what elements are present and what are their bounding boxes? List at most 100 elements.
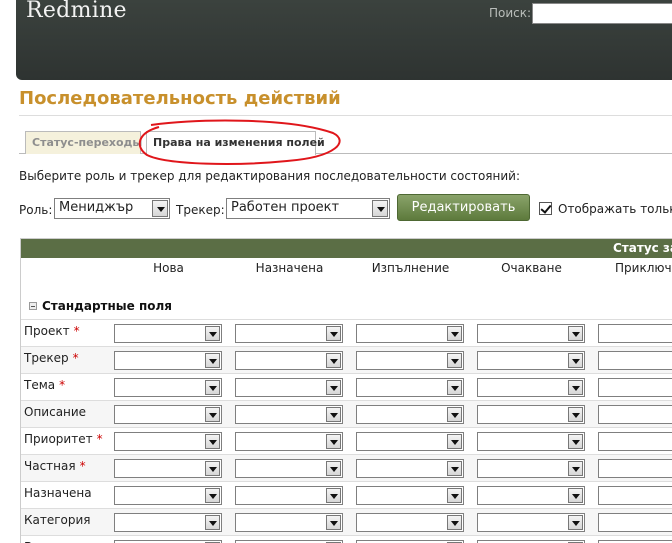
permission-select[interactable] [114,513,222,532]
permission-select[interactable] [598,324,672,343]
chevron-down-icon [447,326,462,341]
permission-select[interactable] [114,486,222,505]
tab-field-permissions[interactable]: Права на изменения полей [146,131,325,155]
tracker-select-value: Работен проект [231,200,340,215]
role-select[interactable]: Мениджър [54,198,170,219]
field-label-text: Описание [24,405,87,419]
permission-select[interactable] [235,459,343,478]
section-standard-fields[interactable]: Стандартные поля [29,299,172,313]
field-label-text: Трекер [24,351,69,365]
chevron-down-icon [326,353,341,368]
permission-select[interactable] [356,432,464,451]
chevron-down-icon [447,380,462,395]
permission-select[interactable] [477,324,585,343]
permission-select[interactable] [356,513,464,532]
permission-select[interactable] [114,324,222,343]
permission-select[interactable] [598,405,672,424]
field-label: Проект * [24,324,80,338]
permission-select[interactable] [477,405,585,424]
permission-select[interactable] [598,351,672,370]
chevron-down-icon [326,380,341,395]
chevron-down-icon [205,515,220,530]
table-row: Описание [21,400,672,427]
column-header-closed: Приключе [615,261,672,275]
top-header: Redmine Поиск: [16,0,672,80]
edit-button[interactable]: Редактировать [397,194,530,221]
field-label-text: Проект [24,324,70,338]
permission-select[interactable] [114,459,222,478]
search-label: Поиск: [489,6,532,20]
app-logo[interactable]: Redmine [26,0,127,23]
chevron-down-icon [205,434,220,449]
tab-status-transitions[interactable]: Статус-переходы [25,131,142,154]
section-title-text: Стандартные поля [42,299,172,313]
show-only-checkbox[interactable] [539,202,552,215]
column-header-assigned: Назначена [255,261,324,275]
permission-select[interactable] [477,378,585,397]
permission-select[interactable] [356,486,464,505]
field-label-text: Приоритет [24,432,93,446]
permission-select[interactable] [477,459,585,478]
field-label: Трекер * [24,351,79,365]
chevron-down-icon [568,461,583,476]
chevron-down-icon [568,407,583,422]
table-row: Проект * [21,319,672,346]
field-label-text: Тема [24,378,56,392]
permission-select[interactable] [114,378,222,397]
tracker-select[interactable]: Работен проект [226,198,390,219]
field-label-text: Частная [24,459,76,473]
permission-select[interactable] [356,378,464,397]
required-mark: * [72,351,79,365]
chevron-down-icon [447,407,462,422]
permission-select[interactable] [235,405,343,424]
permission-select[interactable] [235,486,343,505]
permission-select[interactable] [356,351,464,370]
chevron-down-icon [326,461,341,476]
permission-select[interactable] [235,513,343,532]
column-header-new: Нова [153,261,184,275]
permission-select[interactable] [235,324,343,343]
chevron-down-icon [447,515,462,530]
permission-select[interactable] [114,351,222,370]
field-label: Приоритет * [24,432,103,446]
permission-select[interactable] [356,405,464,424]
role-label: Роль: [19,203,53,217]
chevron-down-icon [568,515,583,530]
field-label: Тема * [24,378,65,392]
permission-select[interactable] [598,432,672,451]
permission-select[interactable] [477,432,585,451]
instructions-text: Выберите роль и трекер для редактировани… [19,169,521,183]
chevron-down-icon [568,488,583,503]
permission-select[interactable] [598,378,672,397]
required-mark: * [96,432,103,446]
permission-select[interactable] [598,486,672,505]
permission-select[interactable] [114,405,222,424]
permission-select[interactable] [235,351,343,370]
permission-select[interactable] [598,513,672,532]
chevron-down-icon [205,353,220,368]
chevron-down-icon [205,488,220,503]
chevron-down-icon [205,461,220,476]
chevron-down-icon [568,434,583,449]
permission-select[interactable] [235,378,343,397]
show-only-label: Отображать только [558,202,672,216]
table-row: Трекер * [21,346,672,373]
chevron-down-icon [205,326,220,341]
field-label-text: Назначена [24,486,92,500]
permission-select[interactable] [477,486,585,505]
permission-select[interactable] [477,351,585,370]
permission-select[interactable] [477,513,585,532]
table-row: Версия [21,535,672,543]
filter-row: Роль: Мениджър Трекер: Работен проект Ре… [19,194,672,223]
chevron-down-icon [152,200,168,217]
permission-select[interactable] [235,432,343,451]
chevron-down-icon [447,434,462,449]
permission-select[interactable] [598,459,672,478]
collapse-icon[interactable] [29,302,37,310]
chevron-down-icon [447,488,462,503]
permission-select[interactable] [114,432,222,451]
required-mark: * [73,324,80,338]
search-input[interactable] [532,3,672,24]
permission-select[interactable] [356,459,464,478]
permission-select[interactable] [356,324,464,343]
